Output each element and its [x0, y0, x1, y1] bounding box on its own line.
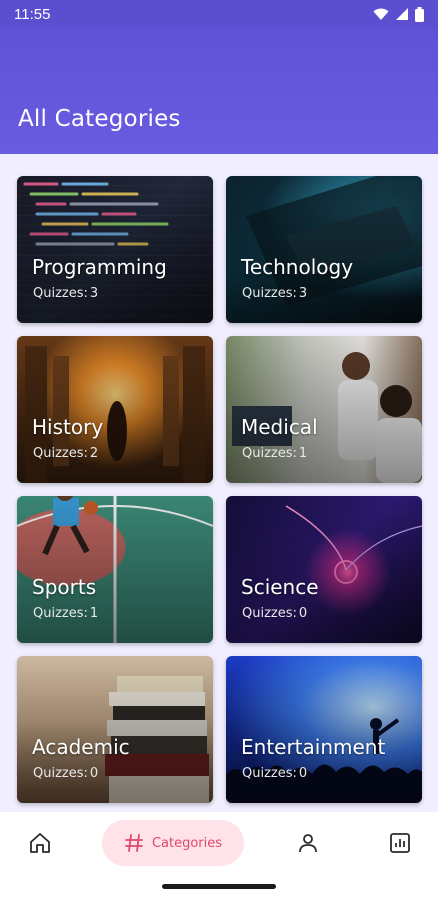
quiz-count: Quizzes: 3: [242, 286, 307, 301]
category-grid: Programming Quizzes: 3 Technology Quizzes…: [17, 176, 422, 803]
quiz-count-label: Quizzes:: [33, 606, 88, 621]
quiz-count-label: Quizzes:: [242, 766, 297, 781]
battery-icon: [415, 6, 424, 22]
category-title: Science: [241, 575, 319, 599]
nav-profile[interactable]: [286, 820, 330, 866]
status-icons: [373, 6, 424, 22]
category-title: Programming: [32, 255, 167, 279]
quiz-count-value: 2: [89, 446, 99, 461]
quiz-count-label: Quizzes:: [33, 446, 88, 461]
quiz-count-label: Quizzes:: [242, 606, 297, 621]
status-time: 11:55: [14, 5, 51, 23]
gesture-handle[interactable]: [162, 884, 276, 889]
person-icon: [299, 834, 317, 853]
quiz-count: Quizzes: 0: [242, 766, 307, 781]
category-card-academic[interactable]: Academic Quizzes: 0: [17, 656, 213, 803]
quiz-count-value: 0: [298, 606, 308, 621]
quiz-count: Quizzes: 1: [242, 446, 307, 461]
bar-chart-icon: [390, 833, 410, 853]
category-card-medical[interactable]: Medical Quizzes: 1: [226, 336, 422, 483]
category-title: Technology: [241, 255, 354, 279]
hash-icon: [125, 834, 143, 852]
category-card-programming[interactable]: Programming Quizzes: 3: [17, 176, 213, 323]
category-card-sports[interactable]: Sports Quizzes: 1: [17, 496, 213, 643]
home-icon: [30, 833, 50, 853]
nav-categories[interactable]: Categories: [102, 820, 244, 866]
quiz-count-label: Quizzes:: [33, 286, 88, 301]
category-card-technology[interactable]: Technology Quizzes: 3: [226, 176, 422, 323]
quiz-count: Quizzes: 1: [33, 606, 98, 621]
app-bar: All Categories: [0, 28, 438, 154]
category-title: History: [32, 415, 104, 439]
status-bar: 11:55: [0, 0, 438, 28]
quiz-count: Quizzes: 3: [33, 286, 98, 301]
signal-icon: [396, 8, 408, 20]
nav-categories-label: Categories: [151, 835, 223, 851]
quiz-count-value: 1: [89, 606, 99, 621]
category-card-entertainment[interactable]: Entertainment Quizzes: 0: [226, 656, 422, 803]
category-title: Sports: [32, 575, 97, 599]
page-title: All Categories: [18, 106, 181, 132]
quiz-count-label: Quizzes:: [33, 766, 88, 781]
quiz-count-value: 1: [298, 446, 308, 461]
category-card-science[interactable]: Science Quizzes: 0: [226, 496, 422, 643]
quiz-count: Quizzes: 0: [242, 606, 307, 621]
category-title: Medical: [241, 415, 318, 439]
category-card-history[interactable]: History Quizzes: 2: [17, 336, 213, 483]
wifi-icon: [373, 8, 389, 20]
bottom-navigation: Categories: [0, 812, 438, 874]
quiz-count: Quizzes: 2: [33, 446, 98, 461]
quiz-count-label: Quizzes:: [242, 286, 297, 301]
quiz-count-value: 3: [298, 286, 308, 301]
quiz-count-value: 0: [89, 766, 99, 781]
quiz-count-value: 3: [89, 286, 99, 301]
nav-stats[interactable]: [378, 820, 422, 866]
quiz-count-value: 0: [298, 766, 308, 781]
quiz-count: Quizzes: 0: [33, 766, 98, 781]
quiz-count-label: Quizzes:: [242, 446, 297, 461]
category-title: Entertainment: [241, 735, 386, 759]
system-gesture-area: [0, 874, 438, 900]
nav-home[interactable]: [18, 820, 62, 866]
category-title: Academic: [32, 735, 130, 759]
